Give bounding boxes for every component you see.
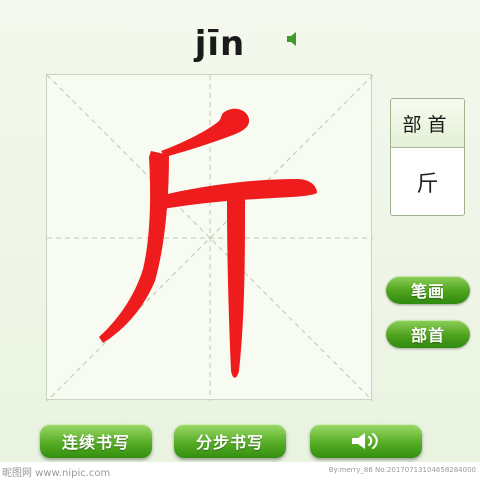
footer-left-text: 昵图网 www.nipic.com [2,468,111,479]
character-practice-grid [46,74,373,401]
stroke-top-pie [161,108,250,157]
continuous-writing-button[interactable]: 连续书写 [40,424,152,458]
pinyin-label: jīn [194,24,246,64]
radical-panel-title: 部首 [391,99,464,148]
character-glyph [99,108,317,378]
speaker-icon[interactable] [286,30,302,48]
stroke-left-vertical [99,151,169,343]
strokes-button[interactable]: 笔画 [386,276,470,304]
speaker-wave-icon [352,433,378,449]
stroke-right-vertical [227,199,245,378]
footer-right-text: By:merry_86 No:20170713104658284000 [328,466,476,474]
radical-button[interactable]: 部首 [386,320,470,348]
audio-button[interactable] [310,424,422,458]
radical-panel-value: 斤 [416,172,439,197]
radical-panel: 部首 斤 [390,98,465,216]
step-writing-button[interactable]: 分步书写 [174,424,286,458]
